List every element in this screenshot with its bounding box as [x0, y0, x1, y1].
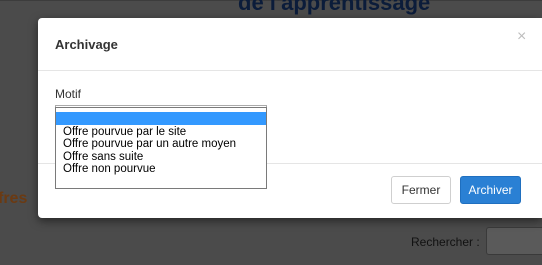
- modal-title: Archivage: [55, 37, 118, 52]
- background-side-text: fres: [0, 190, 28, 207]
- dropdown-option-pourvue-site[interactable]: Offre pourvue par le site: [56, 126, 266, 138]
- dropdown-option-sans-suite[interactable]: Offre sans suite: [56, 151, 266, 163]
- motif-dropdown-list: Offre pourvue par le site Offre pourvue …: [55, 107, 267, 189]
- background-search-label: Rechercher :: [411, 235, 480, 249]
- background-heading: de l'apprentissage: [238, 0, 431, 15]
- fermer-button[interactable]: Fermer: [391, 176, 451, 204]
- modal-header: Archivage ×: [38, 18, 542, 71]
- dropdown-option-empty-selected[interactable]: [56, 112, 266, 125]
- dropdown-option-non-pourvue[interactable]: Offre non pourvue: [56, 163, 266, 175]
- dropdown-option-pourvue-autre[interactable]: Offre pourvue par un autre moyen: [56, 138, 266, 150]
- background-search-input: [486, 227, 542, 255]
- close-icon[interactable]: ×: [517, 29, 526, 45]
- motif-label: Motif: [55, 87, 82, 101]
- archiver-button[interactable]: Archiver: [460, 176, 521, 204]
